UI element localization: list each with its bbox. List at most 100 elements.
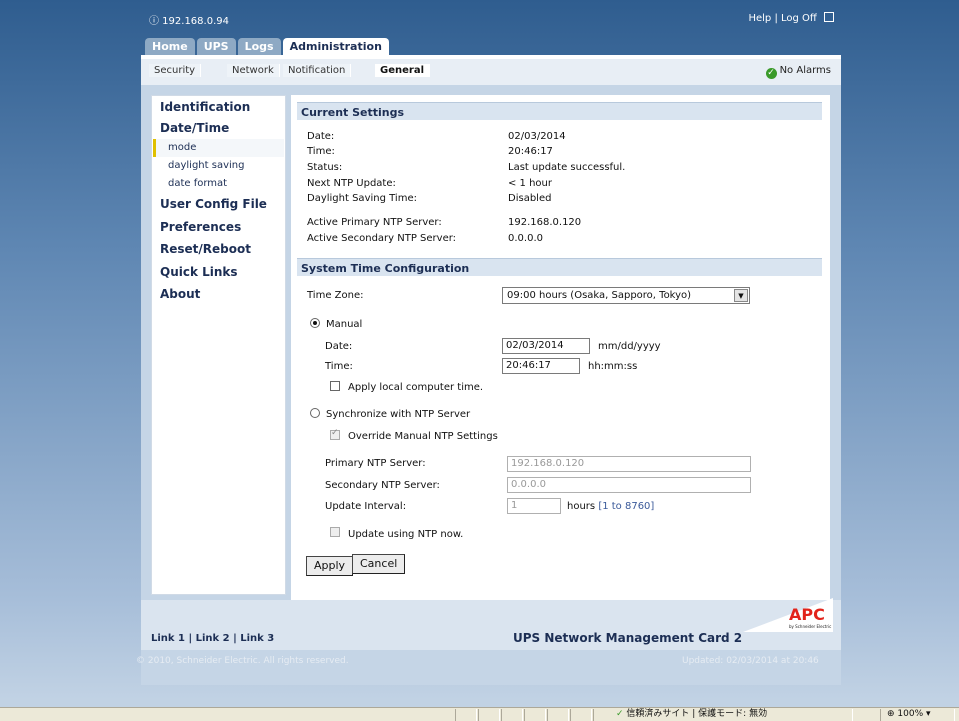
time-format-hint: hh:mm:ss (588, 361, 638, 372)
manual-label: Manual (326, 319, 363, 330)
time-label: Time: (325, 361, 353, 372)
current-date-label: Date: (307, 131, 335, 142)
main-panel: Current Settings Date: 02/03/2014 Time: … (291, 95, 830, 600)
help-link[interactable]: Help (748, 13, 771, 24)
update-now-label: Update using NTP now. (348, 529, 464, 540)
browser-status-bar: ✓ 信頼済みサイト | 保護モード: 無効 ⊕ 100% ▾ (0, 707, 959, 721)
time-zone-select[interactable]: 09:00 hours (Osaka, Sapporo, Tokyo) ▼ (502, 287, 750, 304)
updated-timestamp: Updated: 02/03/2014 at 20:46 (682, 656, 819, 666)
interval-unit: hours [1 to 8760] (567, 501, 654, 512)
tab-ups[interactable]: UPS (196, 38, 236, 55)
active-secondary-label: Active Secondary NTP Server: (307, 233, 457, 244)
interval-unit-text: hours (567, 501, 596, 512)
footer: APC by Schneider Electric Link 1 | Link … (141, 598, 841, 650)
system-time-config-header: System Time Configuration (297, 258, 822, 276)
apc-logo-sub: by Schneider Electric (789, 624, 831, 629)
active-primary-value: 192.168.0.120 (508, 217, 582, 228)
active-secondary-value: 0.0.0.0 (508, 233, 543, 244)
tab-administration[interactable]: Administration (282, 38, 389, 55)
apply-local-label: Apply local computer time. (348, 382, 484, 393)
apply-button[interactable]: Apply (306, 556, 354, 576)
time-input[interactable]: 20:46:17 (502, 358, 580, 374)
device-ip: ⓘ 192.168.0.94 (149, 16, 229, 27)
status-cell (547, 709, 569, 721)
nav-preferences[interactable]: Preferences (160, 220, 241, 234)
tab-logs[interactable]: Logs (237, 38, 281, 55)
logoff-icon[interactable] (824, 12, 834, 22)
date-format-hint: mm/dd/yyyy (598, 341, 661, 352)
nav-quick-links[interactable]: Quick Links (160, 265, 238, 279)
security-zone: ✓ 信頼済みサイト | 保護モード: 無効 (593, 709, 853, 721)
ok-check-icon: ✓ (765, 68, 777, 79)
apc-logo: APC by Schneider Electric (743, 598, 833, 632)
subtab-security[interactable]: Security (149, 64, 202, 77)
status-cell (501, 709, 523, 721)
status-value: Last update successful. (508, 162, 626, 173)
copyright: © 2010, Schneider Electric. All rights r… (136, 656, 349, 666)
tab-home[interactable]: Home (145, 38, 195, 55)
secondary-ntp-input[interactable]: 0.0.0.0 (507, 477, 751, 493)
current-time-label: Time: (307, 146, 335, 157)
separator: | (774, 13, 778, 24)
secondary-ntp-label: Secondary NTP Server: (325, 480, 440, 491)
update-interval-label: Update Interval: (325, 501, 407, 512)
primary-ntp-input[interactable]: 192.168.0.120 (507, 456, 751, 472)
alarm-status: ✓ No Alarms (765, 65, 831, 79)
time-zone-label: Time Zone: (307, 290, 364, 301)
update-now-checkbox[interactable] (330, 527, 340, 537)
sync-ntp-radio[interactable] (310, 408, 320, 418)
zoom-control[interactable]: ⊕ 100% ▾ (880, 709, 955, 721)
apply-local-checkbox[interactable] (330, 381, 340, 391)
subtab-network[interactable]: Network (227, 64, 280, 77)
alarm-status-text: No Alarms (779, 65, 831, 76)
time-zone-value: 09:00 hours (Osaka, Sapporo, Tokyo) (507, 290, 692, 301)
chevron-down-icon[interactable]: ▾ (926, 709, 931, 719)
interval-range: [1 to 8760] (598, 501, 655, 512)
active-primary-label: Active Primary NTP Server: (307, 217, 442, 228)
status-label: Status: (307, 162, 343, 173)
date-input[interactable]: 02/03/2014 (502, 338, 590, 354)
nav-datetime[interactable]: Date/Time (160, 121, 229, 135)
nav-daylight-saving[interactable]: daylight saving (168, 160, 244, 171)
dst-value: Disabled (508, 193, 552, 204)
override-label: Override Manual NTP Settings (348, 431, 498, 442)
primary-ntp-label: Primary NTP Server: (325, 458, 426, 469)
current-time-value: 20:46:17 (508, 146, 553, 157)
chevron-down-icon[interactable]: ▼ (734, 289, 748, 302)
zoom-icon[interactable]: ⊕ (887, 709, 895, 719)
footer-links[interactable]: Link 1 | Link 2 | Link 3 (151, 633, 274, 644)
nav-mode[interactable]: mode (168, 142, 196, 153)
security-zone-text: 信頼済みサイト | 保護モード: 無効 (626, 709, 768, 719)
next-ntp-value: < 1 hour (508, 178, 553, 189)
cancel-button[interactable]: Cancel (352, 554, 406, 574)
zoom-level: 100% (897, 709, 924, 719)
dst-label: Daylight Saving Time: (307, 193, 417, 204)
nav-date-format[interactable]: date format (168, 178, 227, 189)
status-cell (570, 709, 592, 721)
next-ntp-label: Next NTP Update: (307, 178, 396, 189)
nav-identification[interactable]: Identification (160, 100, 250, 114)
help-logoff: Help | Log Off (748, 12, 834, 24)
subtab-notification[interactable]: Notification (283, 64, 352, 77)
logoff-link[interactable]: Log Off (781, 13, 817, 24)
status-cell (524, 709, 546, 721)
card-name: UPS Network Management Card 2 (513, 631, 743, 645)
current-settings-header: Current Settings (297, 102, 822, 120)
current-date-value: 02/03/2014 (508, 131, 566, 142)
status-cell (455, 709, 477, 721)
sub-navigation: Security Network Notification General ✓ N… (141, 55, 841, 85)
status-cell (478, 709, 500, 721)
override-checkbox[interactable] (330, 428, 340, 440)
manual-radio[interactable] (310, 318, 320, 328)
nav-about[interactable]: About (160, 287, 200, 301)
subtab-general[interactable]: General (375, 64, 430, 77)
update-interval-input[interactable]: 1 (507, 498, 561, 514)
top-bar: ⓘ 192.168.0.94 Help | Log Off (145, 9, 840, 29)
nav-user-config-file[interactable]: User Config File (160, 197, 267, 211)
main-tabs: Home UPS Logs Administration (145, 38, 391, 55)
left-navigation: Identification Date/Time mode daylight s… (151, 95, 286, 595)
apc-logo-text: APC (789, 605, 825, 624)
sync-ntp-label: Synchronize with NTP Server (326, 409, 471, 420)
date-label: Date: (325, 341, 353, 352)
nav-reset-reboot[interactable]: Reset/Reboot (160, 242, 251, 256)
